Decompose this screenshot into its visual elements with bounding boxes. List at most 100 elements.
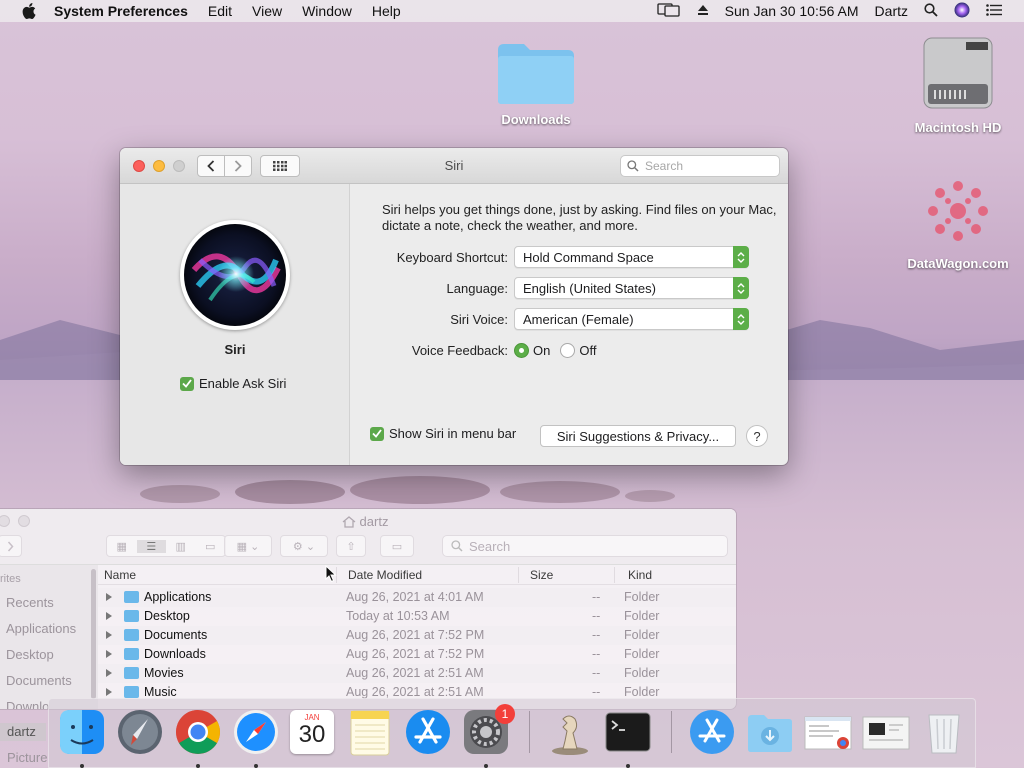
share-button[interactable]: ⇧ xyxy=(336,535,366,557)
view-mode-segmented-control[interactable]: ▦ ☰ ▥ ▭ xyxy=(106,535,226,557)
disclosure-triangle-icon[interactable] xyxy=(106,612,112,620)
safari-icon xyxy=(234,710,278,754)
file-kind: Folder xyxy=(624,590,660,604)
siri-voice-row: Siri Voice: American (Female) xyxy=(350,308,788,330)
menu-help[interactable]: Help xyxy=(372,3,401,19)
dock-finder[interactable] xyxy=(57,707,107,757)
disclosure-triangle-icon[interactable] xyxy=(106,650,112,658)
desktop-item-datawagon[interactable]: DataWagon.com xyxy=(898,172,1018,271)
desktop-rocks xyxy=(140,476,675,504)
sidebar-item-dartz[interactable]: dartz xyxy=(7,724,36,739)
keyboard-shortcut-value: Hold Command Space xyxy=(523,249,654,265)
sidebar-item-desktop[interactable]: Desktop xyxy=(6,647,54,662)
dock-chrome[interactable] xyxy=(173,707,223,757)
finder-forward-button[interactable] xyxy=(0,535,22,557)
file-date: Aug 26, 2021 at 2:51 AM xyxy=(346,666,484,680)
dock-notes[interactable] xyxy=(345,707,395,757)
action-button[interactable]: ⚙ ⌄ xyxy=(280,535,328,557)
disclosure-triangle-icon[interactable] xyxy=(106,593,112,601)
column-header-kind[interactable]: Kind xyxy=(628,568,652,582)
spotlight-search-icon[interactable] xyxy=(924,2,938,20)
menu-view[interactable]: View xyxy=(252,3,282,19)
file-name: Downloads xyxy=(144,647,206,661)
updown-arrows-icon xyxy=(733,308,749,330)
table-row[interactable]: Movies Aug 26, 2021 at 2:51 AM -- Folder xyxy=(98,664,736,683)
dock: JAN 30 1 xyxy=(48,698,976,768)
chess-icon xyxy=(552,715,588,755)
sidebar-item-applications[interactable]: Applications xyxy=(6,621,76,636)
dock-launchpad[interactable] xyxy=(115,707,165,757)
table-row[interactable]: Applications Aug 26, 2021 at 4:01 AM -- … xyxy=(98,588,736,607)
siri-sidebar: Siri Enable Ask Siri xyxy=(120,184,350,465)
dock-document-preview[interactable] xyxy=(803,707,853,757)
updown-arrows-icon xyxy=(733,277,749,299)
siri-suggestions-privacy-button[interactable]: Siri Suggestions & Privacy... xyxy=(540,425,736,447)
share-icon: ⇧ xyxy=(346,540,356,553)
dock-trash[interactable] xyxy=(919,707,969,757)
dock-calendar[interactable]: JAN 30 xyxy=(287,707,337,757)
finder-file-list: Name Date Modified Size Kind Application… xyxy=(98,565,736,709)
siri-app-label: Siri xyxy=(224,342,246,357)
show-siri-in-menubar-checkbox[interactable]: Show Siri in menu bar xyxy=(370,426,516,441)
menubar-clock[interactable]: Sun Jan 30 10:56 AM xyxy=(725,3,859,19)
finder-window: dartz ▦ ☰ ▥ ▭ ▦ ⌄ ⚙ ⌄ ⇧ ▭ Search rites R… xyxy=(0,509,736,709)
dock-downloads-stack[interactable] xyxy=(745,707,795,757)
desktop-item-macintosh-hd[interactable]: Macintosh HD xyxy=(898,34,1018,135)
eject-icon[interactable] xyxy=(697,3,709,19)
sidebar-item-documents[interactable]: Documents xyxy=(6,673,72,688)
group-by-button[interactable]: ▦ ⌄ xyxy=(224,535,272,557)
tags-button[interactable]: ▭ xyxy=(380,535,414,557)
siri-menubar-icon[interactable] xyxy=(954,2,970,21)
finder-search-input[interactable]: Search xyxy=(442,535,728,557)
icon-view-icon[interactable]: ▦ xyxy=(107,540,137,553)
table-row[interactable]: Desktop Today at 10:53 AM -- Folder xyxy=(98,607,736,626)
siri-voice-popup[interactable]: American (Female) xyxy=(514,308,749,330)
search-input[interactable]: Search xyxy=(620,155,780,177)
apple-menu-icon[interactable] xyxy=(20,3,38,19)
keyboard-shortcut-popup[interactable]: Hold Command Space xyxy=(514,246,749,268)
menu-bar: System Preferences Edit View Window Help… xyxy=(0,0,1024,22)
dock-window-preview[interactable] xyxy=(861,707,911,757)
app-menu[interactable]: System Preferences xyxy=(54,3,188,19)
table-row[interactable]: Downloads Aug 26, 2021 at 7:52 PM -- Fol… xyxy=(98,645,736,664)
radio-selected-icon xyxy=(514,342,529,358)
column-header-size[interactable]: Size xyxy=(530,568,553,582)
table-row[interactable]: Documents Aug 26, 2021 at 7:52 PM -- Fol… xyxy=(98,626,736,645)
sidebar-item-pictures[interactable]: Picture xyxy=(7,750,47,765)
column-header-row: Name Date Modified Size Kind xyxy=(98,565,736,585)
column-separator xyxy=(518,567,519,583)
gallery-view-icon[interactable]: ▭ xyxy=(196,540,226,553)
help-button[interactable]: ? xyxy=(746,425,768,447)
sidebar-item-downloads[interactable]: Downlo xyxy=(6,699,49,709)
folder-icon xyxy=(124,591,139,603)
dock-terminal[interactable] xyxy=(603,707,653,757)
dock-safari[interactable] xyxy=(231,707,281,757)
column-header-name[interactable]: Name xyxy=(104,568,136,582)
disclosure-triangle-icon[interactable] xyxy=(106,631,112,639)
voice-feedback-label: Voice Feedback: xyxy=(411,342,508,358)
list-view-icon[interactable]: ☰ xyxy=(136,539,166,553)
disclosure-triangle-icon[interactable] xyxy=(106,688,112,696)
display-mirroring-icon[interactable] xyxy=(657,2,681,21)
file-kind: Folder xyxy=(624,666,660,680)
dock-applications-folder[interactable] xyxy=(687,707,737,757)
menu-edit[interactable]: Edit xyxy=(208,3,232,19)
menu-window[interactable]: Window xyxy=(302,3,352,19)
language-popup[interactable]: English (United States) xyxy=(514,277,749,299)
folder-icon xyxy=(124,686,139,698)
dock-app-store[interactable] xyxy=(403,707,453,757)
dock-system-preferences[interactable]: 1 xyxy=(461,704,515,757)
column-header-date-modified[interactable]: Date Modified xyxy=(348,568,422,582)
notification-center-icon[interactable] xyxy=(986,3,1002,19)
sidebar-scroll-indicator[interactable] xyxy=(91,569,96,699)
voice-feedback-on-radio[interactable]: On xyxy=(514,342,550,358)
desktop-item-downloads[interactable]: Downloads xyxy=(476,40,596,127)
sidebar-item-recents[interactable]: Recents xyxy=(6,595,54,610)
enable-siri-checkbox[interactable]: Enable Ask Siri xyxy=(180,376,286,391)
dock-chess[interactable] xyxy=(545,707,595,757)
menubar-user[interactable]: Dartz xyxy=(875,3,908,19)
updown-arrows-icon xyxy=(733,246,749,268)
voice-feedback-off-radio[interactable]: Off xyxy=(560,342,596,358)
disclosure-triangle-icon[interactable] xyxy=(106,669,112,677)
column-view-icon[interactable]: ▥ xyxy=(166,540,196,553)
